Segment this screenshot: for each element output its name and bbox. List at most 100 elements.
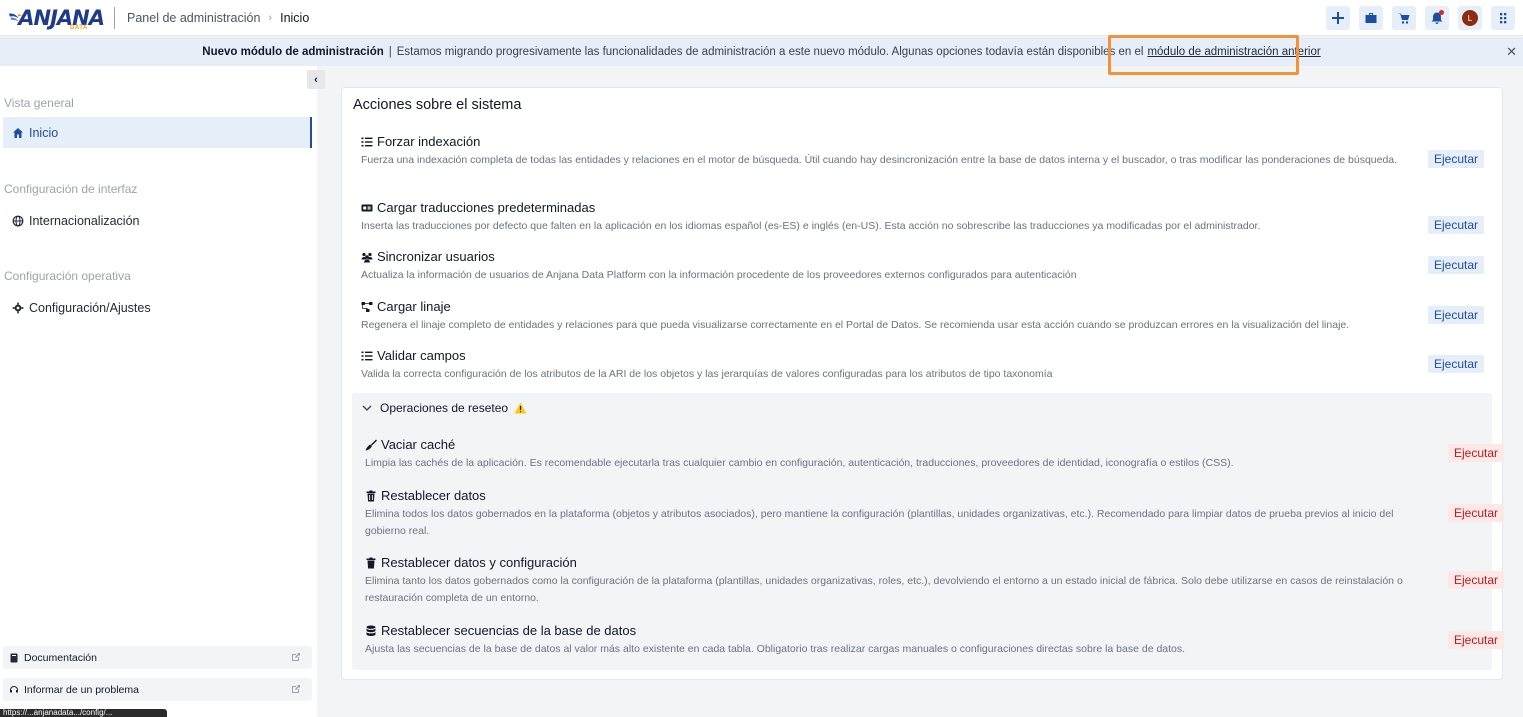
section-title-interface: Configuración de interfaz [4, 182, 138, 196]
briefcase-icon [1365, 13, 1377, 23]
action-title: Cargar linaje [361, 299, 451, 314]
action-title-text: Restablecer secuencias de la base de dat… [381, 623, 637, 638]
book-icon [10, 653, 18, 662]
language-icon [361, 204, 373, 211]
action-description: Limpia las cachés de la aplicación. Es r… [365, 457, 1234, 469]
action-description: Regenera el linaje completo de entidades… [361, 319, 1350, 331]
action-description: Fuerza una indexación completa de todas … [361, 154, 1398, 166]
notification-dot [1439, 10, 1444, 15]
documentation-label: Documentación [24, 651, 97, 664]
action-description: Elimina tanto los datos gobernados como … [365, 575, 1403, 604]
execute-button[interactable]: Ejecutar [1427, 256, 1484, 274]
breadcrumb: Panel de administración › Inicio [127, 11, 309, 25]
list-check-icon [361, 351, 373, 360]
warning-icon [514, 402, 527, 414]
notifications-button[interactable] [1425, 6, 1449, 30]
sidebar: Vista general Inicio Configuración de in… [0, 66, 317, 717]
section-title-operational: Configuración operativa [4, 269, 131, 283]
gear-icon [12, 302, 24, 313]
link-highlight [1108, 35, 1299, 75]
database-icon [366, 625, 376, 636]
add-button[interactable] [1326, 6, 1350, 30]
home-icon [13, 127, 23, 138]
action-title: Forzar indexación [361, 134, 480, 149]
sidebar-item-configuracion[interactable]: Configuración/Ajustes [3, 292, 312, 323]
banner-title: Nuevo módulo de administración [202, 45, 384, 58]
action-title-text: Vaciar caché [381, 437, 456, 452]
action-title-text: Forzar indexación [377, 134, 481, 149]
action-description: Valida la correcta configuración de los … [361, 368, 1053, 380]
action-title-text: Sincronizar usuarios [377, 249, 495, 264]
cart-button[interactable] [1392, 6, 1416, 30]
action-title: Cargar traducciones predeterminadas [361, 200, 595, 215]
collapse-sidebar-button[interactable]: ‹ [307, 70, 325, 89]
action-description: Ajusta las secuencias de la base de dato… [365, 643, 1186, 655]
header-actions: L [1326, 6, 1515, 30]
page-title: Acciones sobre el sistema [353, 97, 522, 113]
action-title: Restablecer datos y configuración [365, 555, 577, 570]
execute-button[interactable]: Ejecutar [1427, 306, 1484, 324]
headset-icon [10, 685, 18, 692]
action-title-text: Cargar linaje [377, 299, 451, 314]
report-problem-label: Informar de un problema [24, 683, 139, 696]
breadcrumb-root[interactable]: Panel de administración [127, 11, 260, 25]
apps-button[interactable] [1491, 6, 1515, 30]
banner-text: Estamos migrando progresivamente las fun… [396, 45, 1144, 58]
banner-separator: | [388, 45, 392, 58]
action-title-text: Restablecer datos [381, 488, 486, 503]
trash-icon [366, 490, 376, 501]
breadcrumb-current: Inicio [280, 10, 310, 25]
action-description: Actualiza la información de usuarios de … [361, 269, 1077, 281]
external-link-icon [292, 653, 300, 661]
avatar: L [1462, 10, 1478, 26]
reset-section-toggle[interactable]: Operaciones de reseteo [362, 401, 527, 415]
broom-icon [365, 439, 377, 450]
action-title: Vaciar caché [365, 437, 455, 452]
reset-section-title: Operaciones de reseteo [380, 401, 509, 415]
sidebar-item-label: Inicio [29, 125, 59, 140]
chevron-down-icon [362, 405, 372, 411]
section-title-overview: Vista general [4, 96, 74, 110]
action-title-text: Restablecer datos y configuración [381, 555, 577, 570]
execute-button[interactable]: Ejecutar [1447, 444, 1504, 462]
execute-button[interactable]: Ejecutar [1427, 355, 1484, 373]
sidebar-item-label: Internacionalización [29, 213, 140, 228]
user-menu-button[interactable]: L [1458, 6, 1482, 30]
grid-icon [1500, 13, 1507, 24]
action-title-text: Cargar traducciones predeterminadas [377, 200, 596, 215]
sidebar-item-inicio[interactable]: Inicio [3, 117, 312, 148]
action-description: Inserta las traducciones por defecto que… [361, 220, 1261, 232]
sidebar-item-internacionalizacion[interactable]: Internacionalización [3, 205, 312, 236]
execute-button[interactable]: Ejecutar [1427, 150, 1484, 168]
list-icon [361, 137, 373, 146]
users-icon [361, 252, 373, 262]
trash-full-icon [366, 557, 376, 568]
documentation-link[interactable]: Documentación [3, 646, 312, 669]
lineage-icon [361, 301, 373, 312]
logo-text: ANJANA [18, 5, 105, 30]
anjana-logo[interactable]: ANJANA DATA [8, 3, 105, 33]
report-problem-link[interactable]: Informar de un problema [3, 678, 312, 701]
logo-sub: DATA [70, 24, 88, 31]
action-title: Restablecer secuencias de la base de dat… [365, 623, 636, 638]
cart-icon [1398, 13, 1410, 24]
external-link-icon [292, 685, 300, 693]
globe-icon [12, 215, 24, 226]
action-description: Elimina todos los datos gobernados en la… [365, 508, 1394, 537]
execute-button[interactable]: Ejecutar [1447, 571, 1504, 589]
top-bar: ANJANA DATA Panel de administración › In… [0, 0, 1523, 36]
plus-icon [1332, 12, 1344, 24]
sidebar-item-label: Configuración/Ajustes [29, 300, 151, 315]
execute-button[interactable]: Ejecutar [1427, 216, 1484, 234]
action-title-text: Validar campos [377, 348, 466, 363]
breadcrumb-separator: › [268, 11, 273, 24]
action-title: Restablecer datos [365, 488, 486, 503]
system-actions-card: Acciones sobre el sistema Forzar indexac… [341, 87, 1504, 680]
url-tooltip: https://...anjanadata.../config/... [0, 709, 167, 717]
execute-button[interactable]: Ejecutar [1447, 504, 1504, 522]
execute-button[interactable]: Ejecutar [1447, 631, 1504, 649]
briefcase-button[interactable] [1359, 6, 1383, 30]
action-title: Validar campos [361, 348, 466, 363]
header-divider [114, 6, 115, 29]
close-icon[interactable]: ✕ [1506, 44, 1517, 60]
